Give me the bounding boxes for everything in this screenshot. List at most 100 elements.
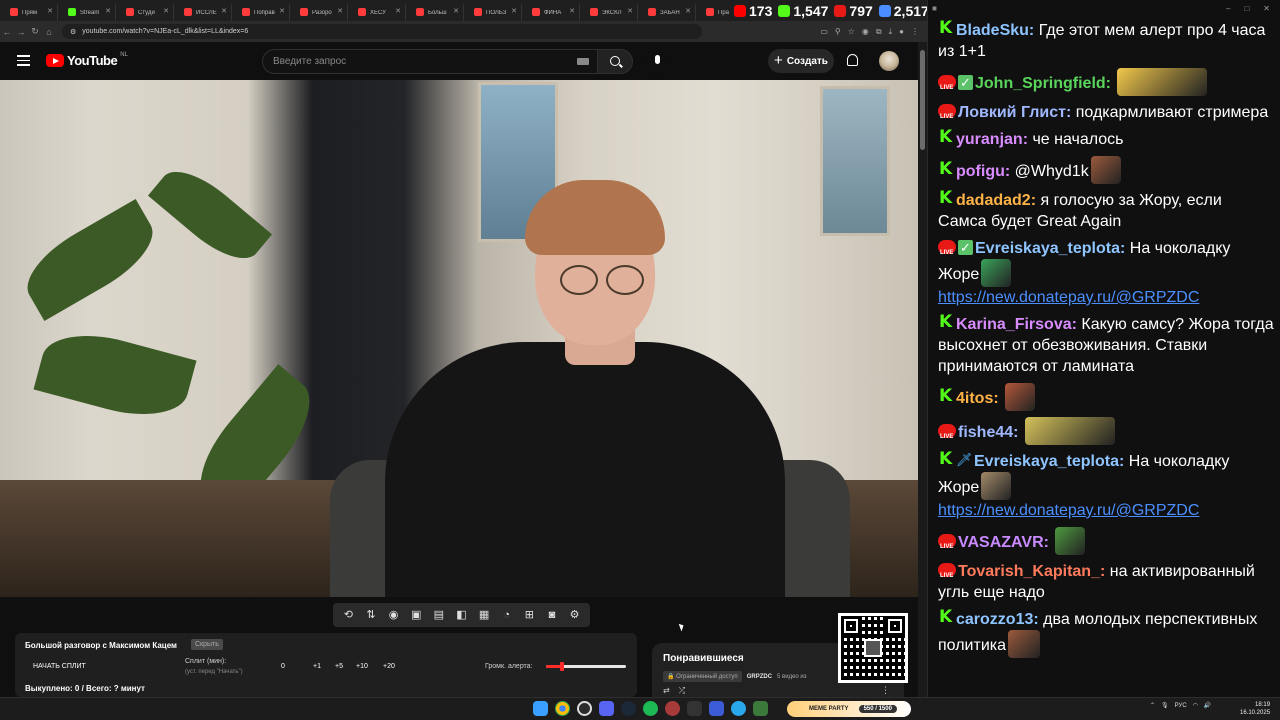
app-icon[interactable] — [709, 701, 724, 716]
create-button[interactable]: + Создать — [768, 49, 834, 73]
chat-username[interactable]: pofigu — [956, 163, 1010, 180]
alert-volume-handle[interactable] — [560, 662, 564, 671]
telegram-icon[interactable] — [731, 701, 746, 716]
chat-username[interactable]: BladeSku — [956, 22, 1034, 39]
tab-close-icon[interactable]: ✕ — [627, 7, 633, 15]
chat-username[interactable]: Ловкий Глист — [958, 104, 1071, 121]
chat-link[interactable]: https://new.donatepay.ru/@GRPZDC — [938, 500, 1274, 521]
playlist-title[interactable]: Понравившиеся — [663, 653, 744, 664]
obs-icon[interactable] — [577, 701, 592, 716]
profile-icon[interactable]: ● — [899, 27, 904, 37]
tray-up-arrow-icon[interactable]: ⌃ — [1150, 702, 1155, 709]
url-field[interactable]: ⚙ youtube.com/watch?v=NJEa-cL_dlk&list=LL… — [62, 24, 702, 39]
browser-tab[interactable]: ФИНА ✕ — [522, 4, 580, 21]
tab-close-icon[interactable]: ✕ — [511, 7, 517, 15]
browser-tab[interactable]: Разоро ✕ — [290, 4, 348, 21]
chat-username[interactable]: Karina_Firsova — [956, 316, 1077, 333]
youtube-logo[interactable]: YouTube NL — [46, 52, 128, 68]
notifications-bell-icon[interactable] — [847, 54, 858, 66]
minimize-icon[interactable]: – — [1226, 4, 1230, 13]
start-split-button[interactable]: НАЧАТЬ СПЛИТ — [33, 663, 86, 670]
wifi-icon[interactable]: ◠ — [1193, 702, 1198, 709]
tab-close-icon[interactable]: ✕ — [279, 7, 285, 15]
input-language[interactable]: РУС — [1175, 703, 1187, 709]
chat-username[interactable]: John_Springfield — [975, 75, 1111, 92]
browser-tab[interactable]: Больш ✕ — [406, 4, 464, 21]
chat-username[interactable]: Evreiskaya_teplota — [975, 240, 1125, 257]
browser-tab[interactable]: Студи ✕ — [116, 4, 174, 21]
download-icon[interactable]: ⤓ — [889, 27, 893, 37]
sort-icon[interactable]: ⇅ — [364, 608, 378, 622]
chat-link[interactable]: https://new.donatepay.ru/@GRPZDC — [938, 287, 1274, 308]
account-avatar[interactable] — [879, 51, 899, 71]
browser-tab[interactable]: ПОЛЬЗ ✕ — [464, 4, 522, 21]
chat-username[interactable]: Tovarish_Kapitan_ — [958, 563, 1105, 580]
system-clock[interactable]: 18:19 16.10.2025 — [1240, 701, 1270, 717]
chat-username[interactable]: Evreiskaya_teplota — [974, 453, 1124, 470]
tab-close-icon[interactable]: ✕ — [163, 7, 169, 15]
app-icon[interactable] — [687, 701, 702, 716]
mic-tray-icon[interactable]: 🎙 — [1161, 702, 1169, 709]
camera-icon[interactable]: ◙ — [545, 608, 559, 622]
split-plus-10-button[interactable]: +10 — [356, 663, 368, 670]
extensions-puzzle-icon[interactable]: ⧉ — [876, 27, 882, 37]
page-scrollbar-thumb[interactable] — [920, 50, 925, 150]
steam-icon[interactable] — [621, 701, 636, 716]
browser-tab[interactable]: Прям ✕ — [0, 4, 58, 21]
search-button[interactable] — [597, 49, 633, 74]
page-scrollbar[interactable] — [918, 42, 927, 697]
start-windows-icon[interactable] — [533, 701, 548, 716]
reload-icon[interactable]: ↻ — [28, 26, 42, 37]
clapper-icon[interactable]: ▤ — [432, 608, 446, 622]
tab-close-icon[interactable]: ✕ — [221, 7, 227, 15]
bookmark-star-icon[interactable]: ☆ — [848, 27, 855, 37]
tab-close-icon[interactable]: ✕ — [47, 7, 53, 15]
chat-username[interactable]: 4itos — [956, 390, 999, 407]
split-plus-1-button[interactable]: +1 — [313, 663, 321, 670]
loop-icon[interactable]: ⟲ — [341, 608, 355, 622]
app-icon[interactable] — [753, 701, 768, 716]
browser-tab[interactable]: Поправ ✕ — [232, 4, 290, 21]
picture-in-picture-icon[interactable]: ◧ — [454, 608, 468, 622]
site-info-icon[interactable]: ⚙ — [70, 28, 76, 36]
voice-search-button[interactable] — [645, 49, 670, 74]
tab-close-icon[interactable]: ✕ — [105, 7, 111, 15]
meme-party-widget[interactable]: MEME PARTY 550 / 1500 — [787, 701, 911, 717]
tab-close-icon[interactable]: ✕ — [395, 7, 401, 15]
speed-gauge-icon[interactable]: ◔ — [500, 608, 514, 622]
audio-icon[interactable]: ◉ — [387, 608, 401, 622]
alert-volume-slider[interactable] — [546, 662, 626, 671]
cast-icon[interactable]: ▭ — [820, 27, 828, 37]
add-clip-icon[interactable]: ⊞ — [522, 608, 536, 622]
maximize-icon[interactable]: □ — [1244, 4, 1249, 13]
menu-dots-icon[interactable]: ⋮ — [911, 27, 919, 37]
chat-username[interactable]: VASAZAVR — [958, 534, 1049, 551]
chat-username[interactable]: dadadad2 — [956, 192, 1036, 209]
speaker-icon[interactable]: 🔊 — [1204, 702, 1211, 709]
home-icon[interactable]: ⌂ — [42, 27, 56, 37]
browser-tab[interactable]: Stream ✕ — [58, 4, 116, 21]
playlist-owner[interactable]: GRPZDC — [747, 674, 772, 680]
more-options-icon[interactable]: ⋮ — [881, 685, 890, 696]
tab-close-icon[interactable]: ✕ — [685, 7, 691, 15]
spotify-icon[interactable] — [643, 701, 658, 716]
close-icon[interactable]: ✕ — [1263, 4, 1270, 13]
settings-gear-icon[interactable]: ⚙ — [568, 608, 582, 622]
browser-tab[interactable]: ХЕСУ ✕ — [348, 4, 406, 21]
chat-username[interactable]: carozzo13 — [956, 611, 1039, 628]
browser-tab[interactable]: ЭКСКЛ ✕ — [580, 4, 638, 21]
chat-username[interactable]: yuranjan — [956, 131, 1028, 148]
browser-tab[interactable]: ИССЛЕ ✕ — [174, 4, 232, 21]
browser-tab[interactable]: ЗАБАН ✕ — [638, 4, 696, 21]
chat-username[interactable]: fishe44 — [958, 424, 1018, 441]
tab-close-icon[interactable]: ✕ — [453, 7, 459, 15]
extension-icon[interactable]: ◉ — [862, 27, 869, 37]
zoom-icon[interactable]: ⚲ — [835, 27, 841, 37]
back-icon[interactable]: ← — [0, 27, 14, 37]
search-input[interactable]: Введите запрос — [262, 49, 598, 74]
tab-close-icon[interactable]: ✕ — [569, 7, 575, 15]
discord-icon[interactable] — [599, 701, 614, 716]
video-player[interactable] — [0, 80, 918, 597]
film-icon[interactable]: ▦ — [477, 608, 491, 622]
chrome-icon[interactable] — [555, 701, 570, 716]
